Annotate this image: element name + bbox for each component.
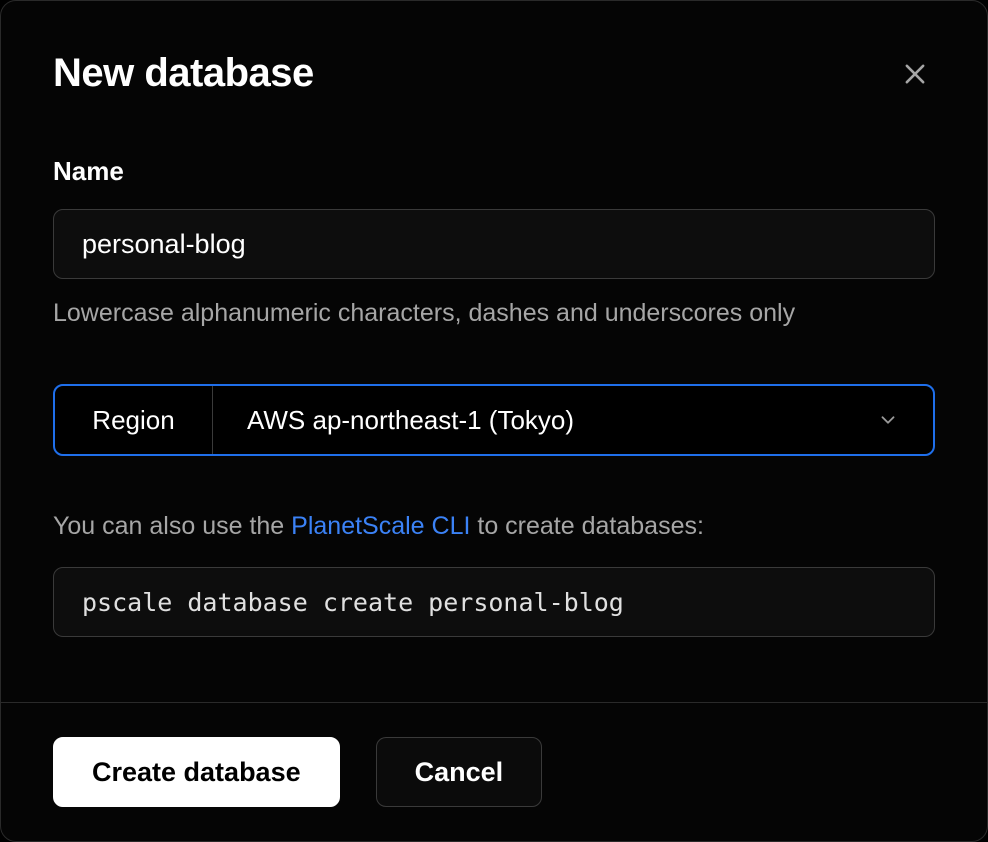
name-input[interactable] [53,209,935,279]
cli-help-text: You can also use the PlanetScale CLI to … [53,512,935,541]
cli-command-block[interactable]: pscale database create personal-blog [53,567,935,637]
region-selected-value: AWS ap-northeast-1 (Tokyo) [247,405,877,436]
new-database-modal: New database Name Lowercase alphanumeric… [0,0,988,842]
create-database-button[interactable]: Create database [53,737,340,807]
name-label: Name [53,156,935,187]
modal-body: New database Name Lowercase alphanumeric… [1,1,987,702]
name-hint: Lowercase alphanumeric characters, dashe… [53,299,935,328]
close-button[interactable] [895,54,935,94]
modal-header: New database [53,51,935,96]
region-select[interactable]: AWS ap-northeast-1 (Tokyo) [213,386,933,454]
cli-suffix: to create databases: [470,512,703,540]
modal-footer: Create database Cancel [1,702,987,841]
close-icon [901,60,929,88]
chevron-down-icon [877,409,899,431]
region-select-group: Region AWS ap-northeast-1 (Tokyo) [53,384,935,456]
cli-command-text: pscale database create personal-blog [82,588,624,617]
modal-title: New database [53,51,314,96]
region-label: Region [55,386,213,454]
cli-link[interactable]: PlanetScale CLI [291,512,470,540]
cli-prefix: You can also use the [53,512,291,540]
cancel-button[interactable]: Cancel [376,737,543,807]
